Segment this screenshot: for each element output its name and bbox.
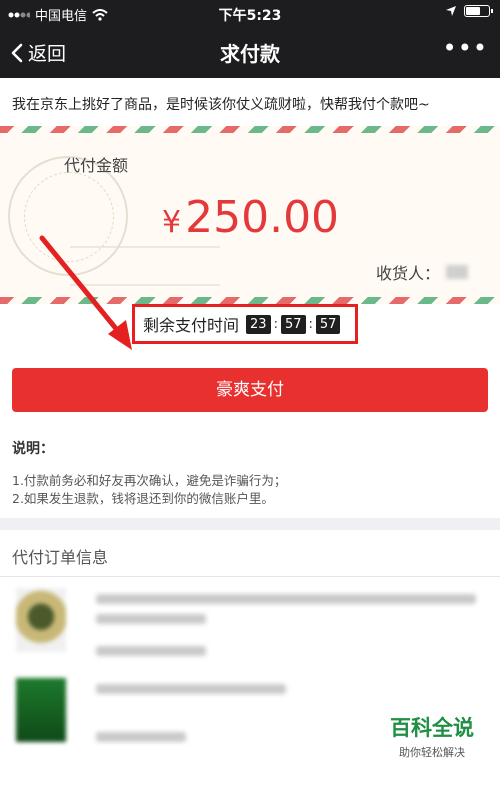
note-item: 2.如果发生退款，钱将退还到你的微信账户里。 bbox=[12, 491, 274, 506]
payment-request-card: 我在京东上挑好了商品，是时候该你仗义疏财啦，快帮我付个款吧~ 代付金额 ¥ 25… bbox=[0, 78, 500, 518]
receiver-info: 收货人： bbox=[376, 260, 468, 284]
timer-seconds: 57 bbox=[315, 314, 341, 334]
timer-label: 剩余支付时间 bbox=[143, 316, 240, 335]
timer-minutes: 57 bbox=[280, 314, 306, 334]
currency-symbol: ¥ bbox=[162, 205, 182, 240]
nav-bar: 返回 求付款 ••• bbox=[0, 26, 500, 78]
product-price-redacted bbox=[96, 646, 206, 656]
envelope-stripe-bottom bbox=[0, 297, 500, 304]
timer-separator: : bbox=[273, 316, 278, 332]
status-bar: 中国电信 下午5:23 bbox=[0, 0, 500, 26]
note-item: 1.付款前务必和好友再次确认，避免是诈骗行为； bbox=[12, 473, 287, 488]
location-icon bbox=[446, 6, 456, 16]
countdown-timer: 剩余支付时间 23 : 57 : 57 bbox=[132, 304, 358, 344]
timer-separator: : bbox=[308, 316, 313, 332]
amount-label: 代付金额 bbox=[64, 156, 129, 175]
order-item[interactable] bbox=[0, 582, 500, 672]
divider bbox=[0, 576, 500, 577]
watermark-logo: 百科全说 助你轻松解决 bbox=[378, 712, 486, 776]
request-message: 我在京东上挑好了商品，是时候该你仗义疏财啦，快帮我付个款吧~ bbox=[12, 97, 430, 113]
page-title: 求付款 bbox=[220, 42, 280, 66]
timer-hours: 23 bbox=[246, 314, 271, 334]
amount-number: 250.00 bbox=[185, 192, 340, 243]
product-title-redacted bbox=[96, 614, 206, 624]
product-title-redacted bbox=[96, 594, 476, 604]
pay-button[interactable]: 豪爽支付 bbox=[12, 368, 488, 412]
watermark-subtitle: 助你轻松解决 bbox=[399, 746, 465, 759]
product-price-redacted bbox=[96, 732, 186, 742]
product-thumbnail bbox=[16, 588, 66, 652]
receiver-name-redacted bbox=[446, 265, 468, 279]
watermark-title: 百科全说 bbox=[390, 716, 474, 740]
postmark-decoration bbox=[70, 246, 220, 286]
amount-value: ¥ 250.00 bbox=[162, 192, 339, 243]
status-time: 下午5:23 bbox=[218, 8, 282, 24]
more-icon[interactable]: ••• bbox=[443, 34, 488, 62]
notes-title: 说明： bbox=[12, 441, 54, 457]
orders-title: 代付订单信息 bbox=[12, 548, 109, 567]
envelope-panel: 代付金额 ¥ 250.00 收货人： bbox=[0, 126, 500, 304]
battery-icon bbox=[464, 5, 493, 17]
receiver-label: 收货人： bbox=[375, 264, 440, 283]
product-title-redacted bbox=[96, 684, 286, 694]
product-thumbnail bbox=[16, 678, 66, 742]
envelope-stripe-top bbox=[0, 126, 500, 133]
